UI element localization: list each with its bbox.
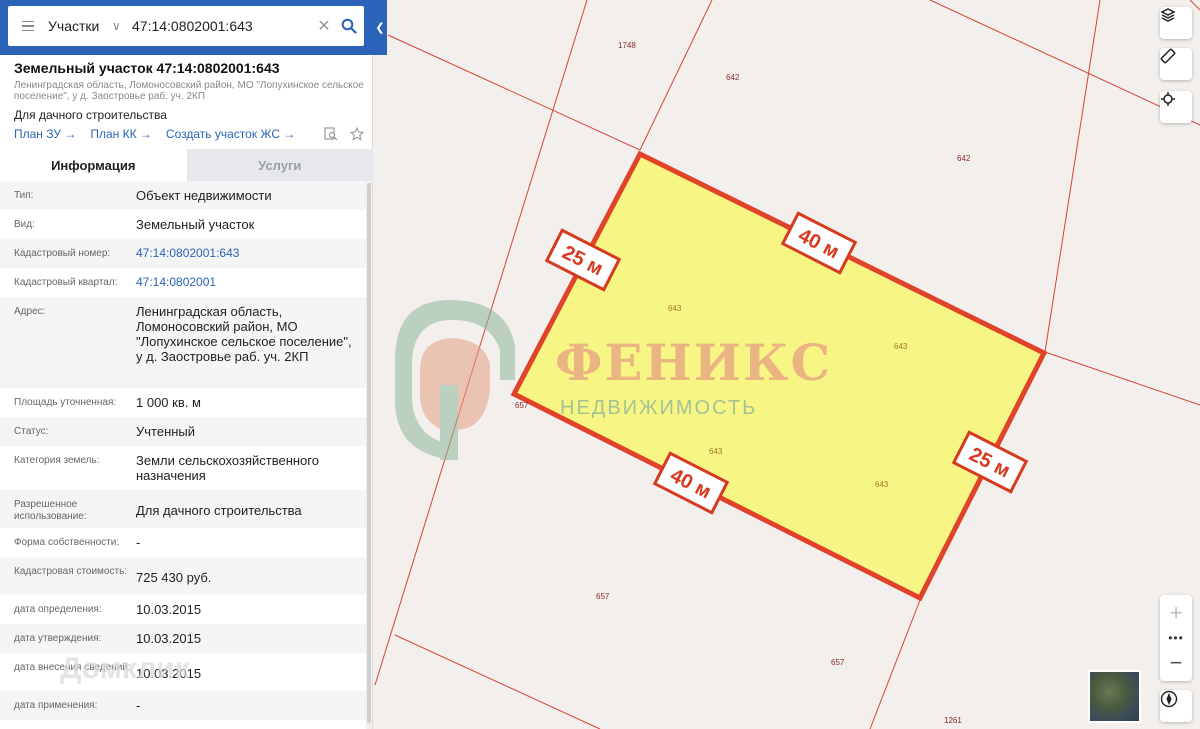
search-input[interactable]: 47:14:0802001:643 bbox=[128, 18, 314, 34]
info-value: 725 430 руб. bbox=[136, 570, 212, 585]
info-value: 1 000 кв. м bbox=[136, 395, 201, 410]
chevron-down-icon[interactable]: ∨ bbox=[112, 19, 128, 33]
info-row: Площадь уточненная: 1 000 кв. м bbox=[0, 388, 366, 417]
compass-icon bbox=[1160, 690, 1178, 708]
info-row: Кадастровый квартал: 47:14:0802001 bbox=[0, 268, 366, 297]
info-value: Учтенный bbox=[136, 424, 196, 439]
more-button[interactable]: ••• bbox=[1160, 631, 1192, 645]
tab-information[interactable]: Информация bbox=[0, 149, 187, 181]
plan-kk-link[interactable]: План КК → bbox=[90, 127, 152, 141]
collapse-sidebar-button[interactable]: ❮ bbox=[373, 0, 387, 55]
info-value: Ленинградская область, Ломоносовский рай… bbox=[136, 304, 352, 364]
zoom-out-button[interactable]: − bbox=[1160, 645, 1192, 681]
parcel-label: 642 bbox=[726, 73, 740, 82]
info-table: Тип: Объект недвижимости Вид: Земельный уч… bbox=[0, 181, 366, 720]
info-value: 10.03.2015 bbox=[136, 602, 202, 617]
info-key: Разрешенное использование: bbox=[14, 499, 87, 522]
info-key: дата определения: bbox=[14, 604, 102, 615]
star-icon[interactable] bbox=[350, 127, 364, 141]
info-value: - bbox=[136, 698, 141, 713]
info-value: Земельный участок bbox=[136, 217, 255, 232]
search-mode-select[interactable]: Участки bbox=[48, 18, 112, 34]
parcel-label: 643 bbox=[875, 480, 889, 489]
compass-button[interactable] bbox=[1160, 690, 1192, 722]
info-key: Кадастровая стоимость: bbox=[14, 566, 128, 577]
domclick-watermark: Домклик bbox=[60, 652, 190, 685]
info-key: Кадастровый номер: bbox=[14, 248, 111, 259]
parcel-label: 1748 bbox=[618, 41, 636, 50]
layers-button[interactable] bbox=[1160, 7, 1192, 39]
plan-zu-link[interactable]: План ЗУ → bbox=[14, 127, 76, 141]
info-row: Кадастровый номер: 47:14:0802001:643 bbox=[0, 239, 366, 268]
locate-button[interactable] bbox=[1160, 91, 1192, 123]
parcel-label: 643 bbox=[894, 342, 908, 351]
object-header: Земельный участок 47:14:0802001:643 Лени… bbox=[14, 60, 364, 141]
parcel-label: 657 bbox=[831, 658, 845, 667]
info-row: Тип: Объект недвижимости bbox=[0, 181, 366, 210]
ruler-icon bbox=[1160, 48, 1176, 64]
parcel-label: 657 bbox=[515, 401, 529, 410]
object-address: Ленинградская область, Ломоносовский рай… bbox=[14, 80, 364, 102]
info-key: дата утверждения: bbox=[14, 633, 102, 644]
info-value: Земли сельскохозяйственного назначения bbox=[136, 453, 319, 483]
info-key: Категория земель: bbox=[14, 455, 100, 466]
parcel-label: 657 bbox=[596, 592, 610, 601]
info-row: Разрешенное использование: Для дачного ст… bbox=[0, 490, 366, 528]
object-links: План ЗУ → План КК → Создать участок ЖС → bbox=[14, 127, 364, 141]
info-row: дата определения: 10.03.2015 bbox=[0, 595, 366, 624]
info-key: Кадастровый квартал: bbox=[14, 277, 118, 288]
info-key: Статус: bbox=[14, 426, 49, 437]
search-icon bbox=[341, 18, 357, 34]
clear-icon[interactable]: ✕ bbox=[314, 16, 334, 36]
tab-bar: Информация Услуги bbox=[0, 149, 373, 181]
parcel-label: 643 bbox=[709, 447, 723, 456]
search-document-icon[interactable] bbox=[324, 127, 338, 141]
info-value: 10.03.2015 bbox=[136, 631, 202, 646]
info-key: Адрес: bbox=[14, 306, 46, 317]
info-key: Форма собственности: bbox=[14, 537, 120, 548]
create-parcel-link[interactable]: Создать участок ЖС → bbox=[166, 127, 295, 141]
parcel-label: 642 bbox=[957, 154, 971, 163]
info-row: дата применения: - bbox=[0, 691, 366, 720]
zoom-in-button[interactable]: + bbox=[1160, 595, 1192, 631]
menu-icon[interactable] bbox=[8, 6, 48, 46]
info-value: Объект недвижимости bbox=[136, 188, 272, 203]
info-row: Статус: Учтенный bbox=[0, 417, 366, 446]
parcel-label: 643 bbox=[668, 304, 682, 313]
info-row: Адрес: Ленинградская область, Ломоносовск… bbox=[0, 297, 366, 388]
object-use: Для дачного строительства bbox=[14, 108, 167, 122]
info-row: дата утверждения: 10.03.2015 bbox=[0, 624, 366, 653]
cadastral-quarter-link[interactable]: 47:14:0802001 bbox=[136, 275, 366, 290]
info-value: Для дачного строительства bbox=[136, 503, 302, 518]
parcel-label: 1261 bbox=[944, 716, 962, 725]
search-button[interactable] bbox=[334, 6, 364, 46]
cadastral-number-link[interactable]: 47:14:0802001:643 bbox=[136, 246, 366, 261]
crosshair-icon bbox=[1161, 92, 1175, 106]
satellite-toggle[interactable] bbox=[1088, 670, 1141, 723]
scrollbar-thumb[interactable] bbox=[367, 183, 371, 723]
watermark-title: ФЕНИКС bbox=[555, 333, 832, 392]
fenix-watermark bbox=[395, 300, 515, 460]
info-key: Тип: bbox=[14, 190, 34, 201]
info-row: Вид: Земельный участок bbox=[0, 210, 366, 239]
info-row: Категория земель: Земли сельскохозяйствен… bbox=[0, 446, 366, 490]
search-box: Участки ∨ 47:14:0802001:643 ✕ bbox=[8, 6, 364, 46]
ruler-button[interactable] bbox=[1160, 48, 1192, 80]
info-row: Форма собственности: - bbox=[0, 528, 366, 557]
info-key: Площадь уточненная: bbox=[14, 397, 117, 408]
info-key: Вид: bbox=[14, 219, 35, 230]
chevron-left-icon: ❮ bbox=[375, 22, 385, 34]
object-title: Земельный участок 47:14:0802001:643 bbox=[14, 60, 280, 76]
info-row: Кадастровая стоимость: 725 430 руб. bbox=[0, 557, 366, 595]
layers-icon bbox=[1160, 8, 1176, 22]
sidebar: Участки ∨ 47:14:0802001:643 ✕ Земельный … bbox=[0, 0, 373, 729]
info-key: дата применения: bbox=[14, 700, 98, 711]
watermark-subtitle: НЕДВИЖИМОСТЬ bbox=[560, 397, 757, 419]
tab-services[interactable]: Услуги bbox=[186, 149, 373, 181]
info-value: - bbox=[136, 535, 141, 550]
zoom-controls: + ••• − bbox=[1160, 595, 1192, 681]
search-bar: Участки ∨ 47:14:0802001:643 ✕ bbox=[0, 0, 373, 55]
